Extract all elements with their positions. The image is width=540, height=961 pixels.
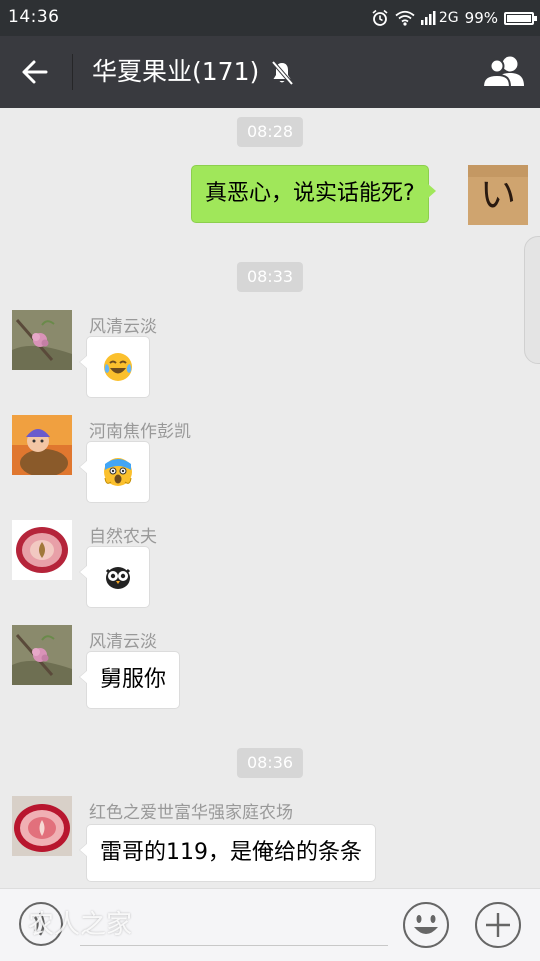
- signal-icon: [420, 11, 436, 25]
- side-pull-tab[interactable]: [524, 236, 540, 364]
- sender-avatar[interactable]: [12, 625, 72, 685]
- sender-name: 自然农夫: [89, 527, 157, 547]
- status-time: 14:36: [8, 7, 60, 27]
- message-timestamp: 08:28: [236, 117, 304, 147]
- group-members-button[interactable]: [481, 53, 526, 91]
- message-text: 真恶心，说实话能死?: [205, 181, 415, 206]
- incoming-message-bubble[interactable]: [79, 441, 150, 503]
- message-timestamp: 08:36: [236, 748, 304, 778]
- svg-text:い: い: [480, 175, 516, 216]
- battery-percent: 99%: [464, 9, 498, 27]
- owl-icon: [105, 567, 131, 589]
- message-text: 雷哥的119，是俺给的条条: [100, 840, 362, 865]
- sender-name: 河南焦作彭凯: [89, 422, 191, 442]
- sender-avatar[interactable]: [12, 310, 72, 370]
- incoming-message-bubble[interactable]: [79, 546, 150, 608]
- screaming-face-icon: [104, 458, 132, 486]
- back-button[interactable]: [14, 54, 54, 90]
- more-options-button[interactable]: [474, 901, 522, 949]
- status-indicators: 2G 99%: [371, 7, 537, 29]
- mute-bell-icon: [271, 60, 294, 86]
- incoming-message-bubble[interactable]: [79, 336, 150, 398]
- smiley-icon: [403, 902, 449, 948]
- crying-laughing-face-icon: [104, 353, 132, 381]
- alarm-icon: [372, 9, 388, 26]
- back-arrow-icon: [22, 60, 48, 84]
- plus-icon: [475, 902, 521, 948]
- message-text: 舅服你: [100, 667, 167, 692]
- battery-icon: [504, 11, 537, 25]
- title-bar: 华夏果业(171): [0, 36, 540, 108]
- my-avatar[interactable]: い: [468, 165, 528, 225]
- sender-name: 风清云淡: [89, 317, 157, 337]
- sender-name: 红色之爱世富华强家庭农场: [89, 803, 293, 823]
- watermark-text: 农人之家: [28, 910, 133, 940]
- chat-title: 华夏果业(171): [92, 57, 260, 86]
- outgoing-message-bubble[interactable]: 真恶心，说实话能死?: [191, 165, 436, 223]
- chat-message-list[interactable]: 08:28 真恶心，说实话能死? い 08:33 风清云淡 河南焦作彭凯 自然农…: [0, 108, 540, 888]
- wifi-icon: [395, 10, 415, 26]
- people-icon: [481, 56, 524, 88]
- sender-avatar[interactable]: [12, 520, 72, 580]
- sender-avatar[interactable]: [12, 796, 72, 856]
- sender-name: 风清云淡: [89, 632, 157, 652]
- message-timestamp: 08:33: [236, 262, 304, 292]
- incoming-message-bubble[interactable]: 舅服你: [78, 651, 181, 709]
- incoming-message-bubble[interactable]: 雷哥的119，是俺给的条条: [79, 824, 376, 882]
- network-type: 2G: [438, 10, 459, 26]
- status-bar: 14:36 2G 99%: [0, 0, 540, 36]
- emoji-button[interactable]: [402, 901, 450, 949]
- sender-avatar[interactable]: [12, 415, 72, 475]
- title-divider: [72, 54, 73, 90]
